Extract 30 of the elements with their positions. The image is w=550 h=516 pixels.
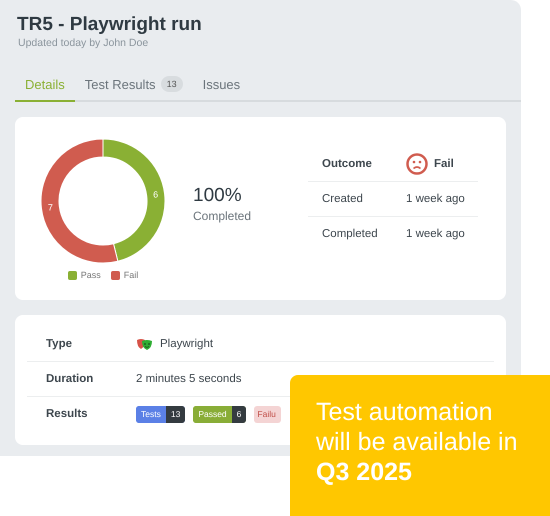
legend-label: Fail: [124, 270, 138, 280]
count-badge: 13: [160, 76, 183, 92]
detail-label: Created: [321, 192, 364, 204]
info-value: 2 minutes 5 seconds: [136, 373, 242, 385]
slice-label: 6: [153, 190, 158, 200]
detail-value: Fail: [434, 158, 454, 170]
run-subtitle: Updated today by John Doe: [17, 37, 150, 49]
legend-swatch: [110, 270, 120, 280]
completion-percent: 100%: [193, 184, 243, 206]
tab[interactable]: Issues: [192, 69, 250, 102]
announcement-text: Test automation will be available in Q3 2025: [316, 397, 519, 487]
tab[interactable]: Details: [15, 69, 75, 102]
sad-face-icon: [406, 152, 428, 174]
detail-value: 1 week ago: [406, 228, 465, 240]
info-value: Playwright: [160, 338, 214, 350]
info-label: Duration: [45, 373, 94, 385]
detail-value: 1 week ago: [406, 192, 465, 204]
legend-swatch: [68, 270, 77, 280]
result-badge: Tests 13: [136, 406, 186, 422]
legend-label: Pass: [80, 270, 101, 280]
run-title: TR5 - Playwright run: [16, 14, 203, 36]
detail-label: Completed: [321, 228, 379, 240]
tab[interactable]: Test Results 13: [74, 69, 193, 102]
slice-label: 7: [48, 202, 53, 212]
info-label: Results: [45, 408, 89, 420]
detail-label: Outcome: [321, 158, 373, 170]
result-badge: Passed 6: [193, 406, 246, 422]
completion-label: Completed: [193, 208, 252, 222]
info-label: Type: [45, 338, 73, 350]
masks-icon: [136, 338, 153, 350]
